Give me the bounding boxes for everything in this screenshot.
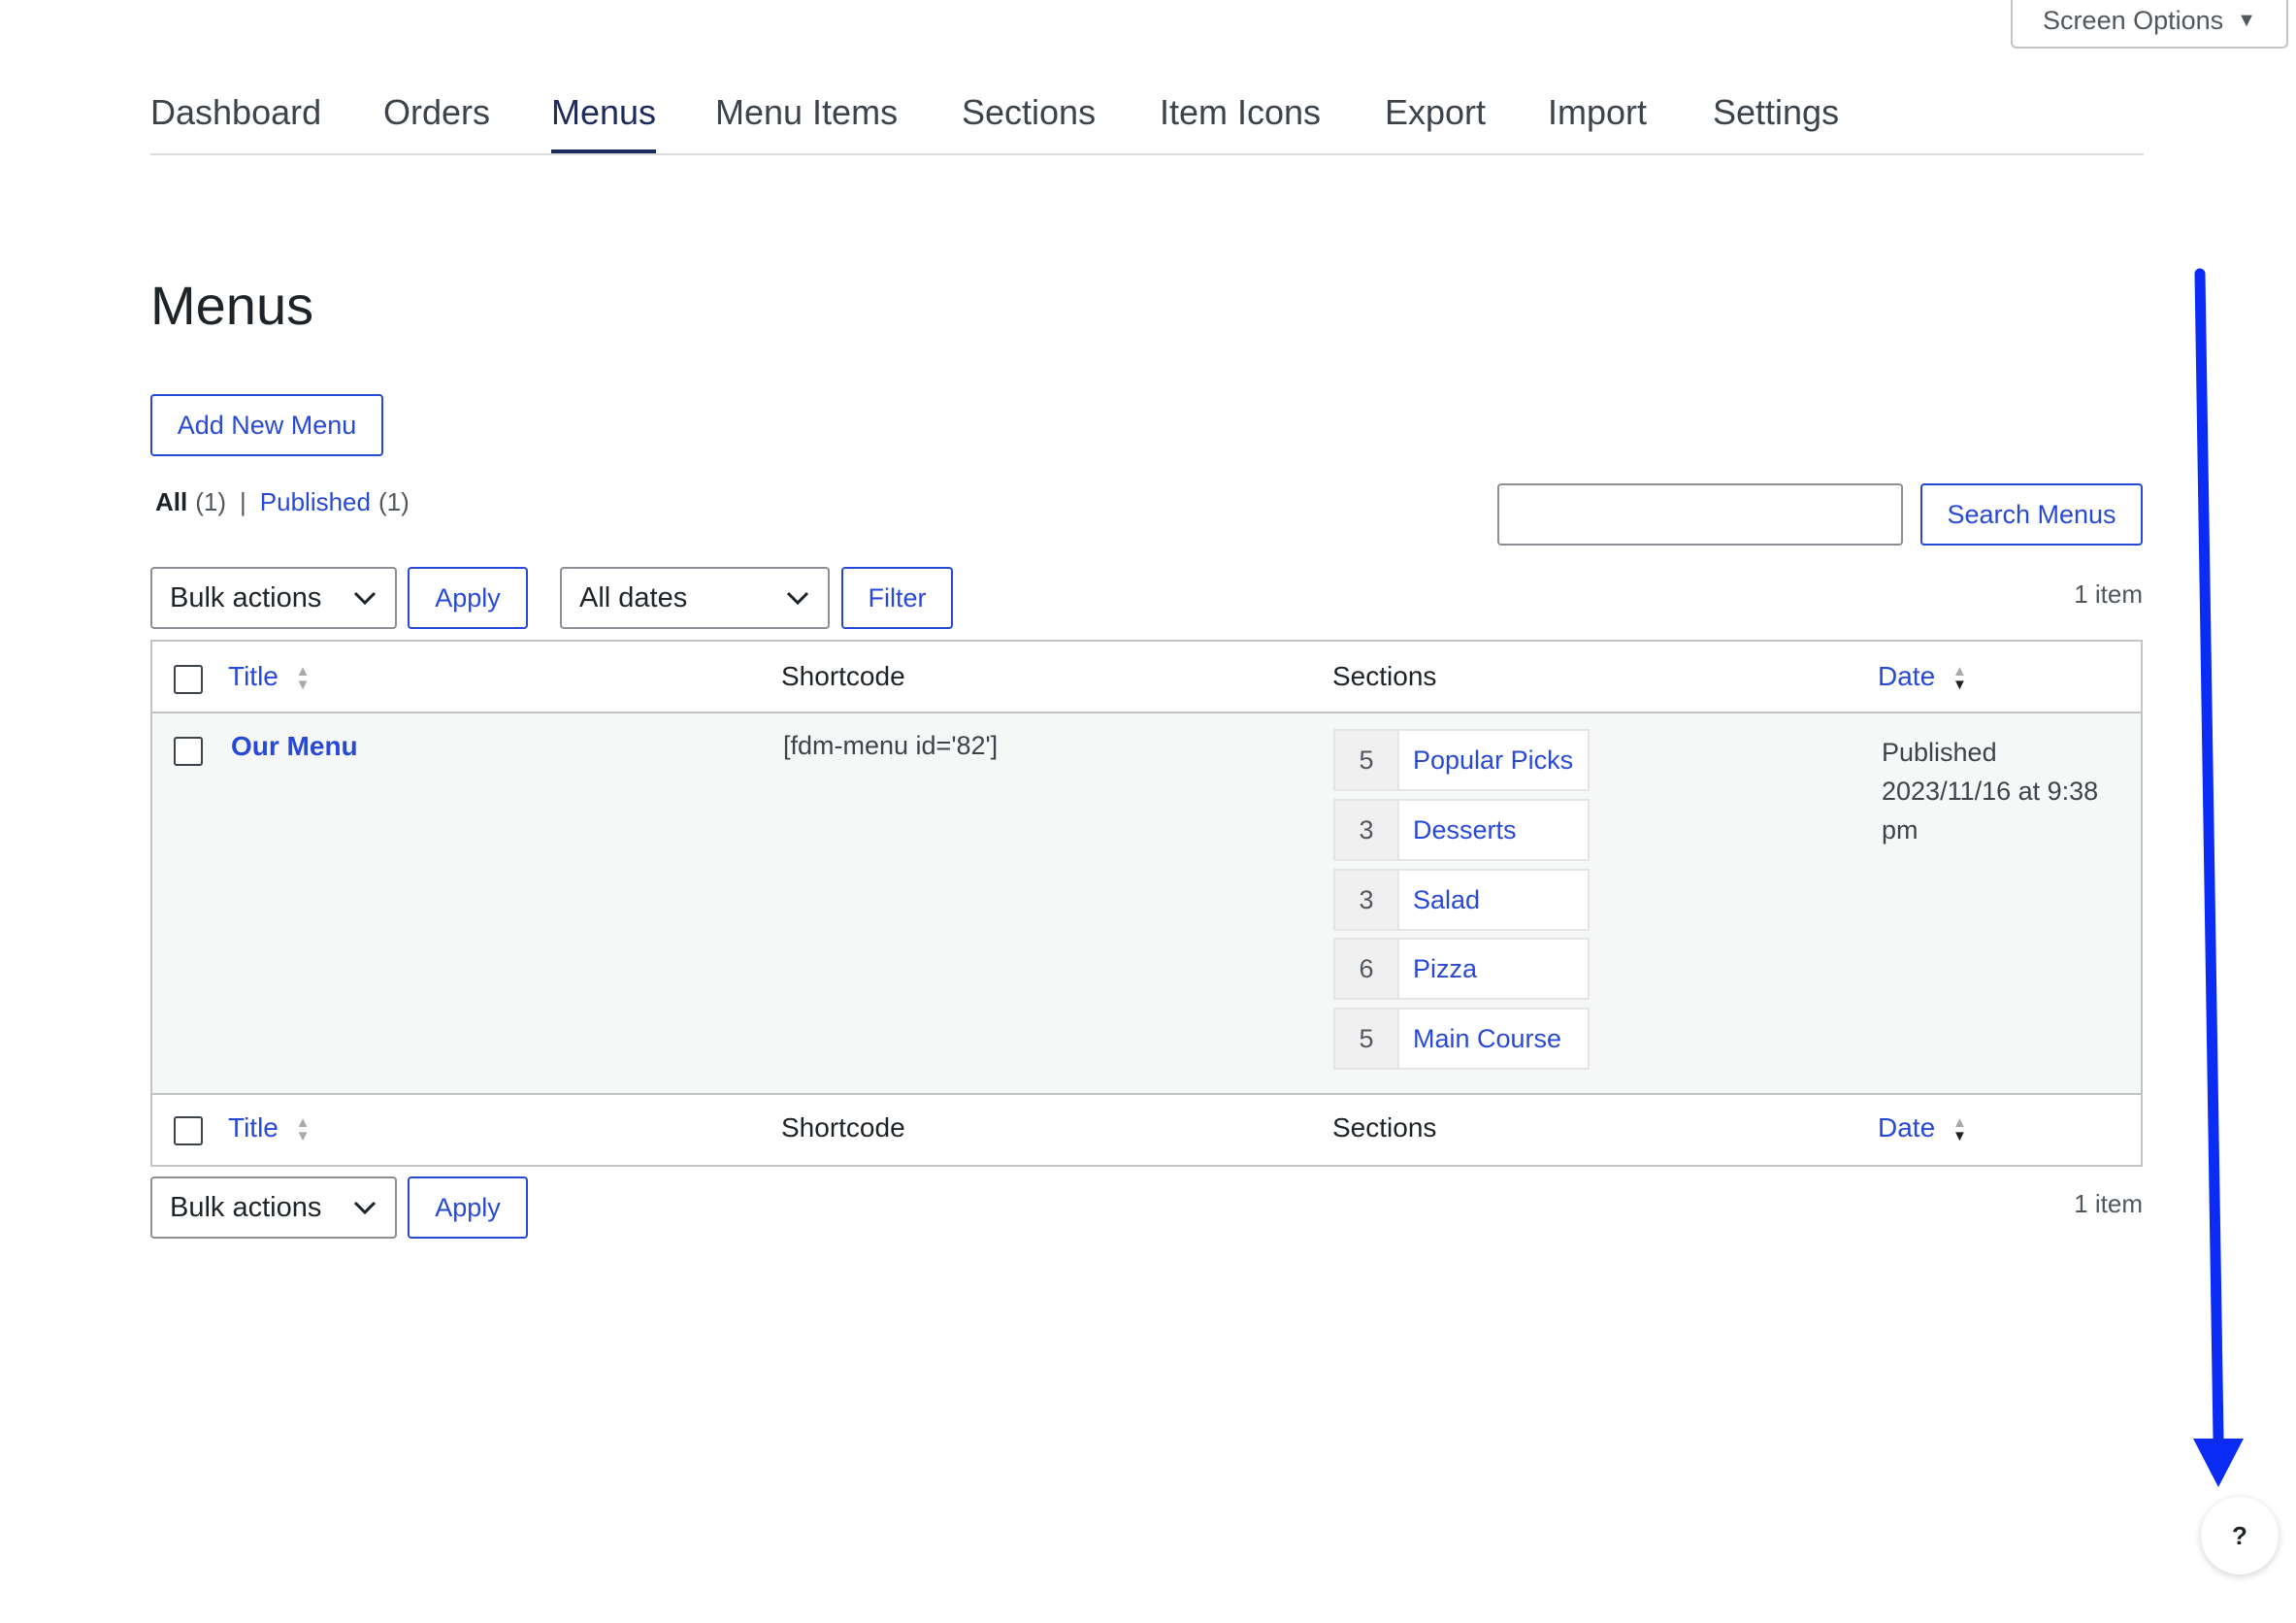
section-count: 5	[1333, 729, 1399, 791]
item-count-bottom: 1 item	[2074, 1189, 2143, 1218]
row-date: Published 2023/11/16 at 9:38 pm	[1882, 733, 2098, 849]
chevron-down-icon	[353, 1201, 377, 1215]
search-menus-button[interactable]: Search Menus	[1920, 483, 2143, 546]
tab-sections[interactable]: Sections	[962, 78, 1096, 153]
row-title-link[interactable]: Our Menu	[231, 731, 358, 762]
nav-tabs: Dashboard Orders Menus Menu Items Sectio…	[150, 78, 2144, 155]
section-chip: 6 Pizza	[1333, 938, 1590, 1000]
filter-button[interactable]: Filter	[841, 567, 953, 629]
filter-published[interactable]: Published	[260, 487, 371, 517]
help-button[interactable]: ?	[2201, 1497, 2279, 1574]
select-all-checkbox-bottom[interactable]	[174, 1116, 203, 1145]
sort-icon: ▲ ▼	[1952, 1113, 1967, 1144]
apply-button-top[interactable]: Apply	[408, 567, 528, 629]
column-date-header[interactable]: Date ▲ ▼	[1878, 661, 1967, 692]
section-count: 5	[1333, 1008, 1399, 1070]
column-date-label: Date	[1878, 1112, 1936, 1143]
annotation-arrow-icon	[2193, 268, 2244, 1487]
table-row: Our Menu [fdm-menu id='82'] 5 Popular Pi…	[152, 713, 2141, 1093]
chevron-down-icon	[786, 591, 809, 606]
tab-orders[interactable]: Orders	[383, 78, 490, 153]
column-shortcode-header: Shortcode	[781, 661, 905, 691]
filter-all[interactable]: All	[155, 487, 187, 517]
bulk-actions-value: Bulk actions	[170, 1191, 322, 1223]
page-title: Menus	[150, 275, 314, 336]
section-chip: 3 Desserts	[1333, 799, 1590, 861]
column-sections-footer: Sections	[1332, 1112, 1437, 1143]
item-count-top: 1 item	[2074, 580, 2143, 609]
menus-table: Title ▲ ▼ Shortcode Sections Date ▲ ▼ Our …	[150, 640, 2143, 1167]
filter-all-count: (1)	[195, 487, 227, 516]
section-link[interactable]: Desserts	[1399, 799, 1590, 861]
apply-button-bottom[interactable]: Apply	[408, 1176, 528, 1239]
filter-published-count: (1)	[377, 487, 410, 516]
column-date-footer[interactable]: Date ▲ ▼	[1878, 1112, 1967, 1143]
column-title-label: Title	[228, 661, 279, 691]
tab-settings[interactable]: Settings	[1713, 78, 1839, 153]
row-checkbox[interactable]	[174, 737, 203, 766]
section-chip: 3 Salad	[1333, 869, 1590, 931]
add-new-menu-button[interactable]: Add New Menu	[150, 394, 383, 456]
section-link[interactable]: Main Course	[1399, 1008, 1590, 1070]
bulk-actions-value: Bulk actions	[170, 581, 322, 613]
bulk-actions-select[interactable]: Bulk actions	[150, 567, 397, 629]
sort-icon: ▲ ▼	[295, 1113, 311, 1144]
section-chip: 5 Popular Picks	[1333, 729, 1590, 791]
screen-options-button[interactable]: Screen Options ▼	[2011, 0, 2288, 49]
sort-icon: ▲ ▼	[295, 662, 311, 693]
table-header: Title ▲ ▼ Shortcode Sections Date ▲ ▼	[152, 642, 2141, 713]
section-link[interactable]: Salad	[1399, 869, 1590, 931]
dates-value: All dates	[579, 581, 688, 613]
tab-dashboard[interactable]: Dashboard	[150, 78, 321, 153]
tab-menus[interactable]: Menus	[551, 78, 657, 153]
column-title-header[interactable]: Title ▲ ▼	[228, 661, 311, 692]
row-date-value-suffix: pm	[1882, 815, 1919, 845]
row-shortcode: [fdm-menu id='82']	[783, 731, 999, 760]
filter-separator: |	[240, 487, 246, 516]
section-link[interactable]: Pizza	[1399, 938, 1590, 1000]
status-filters: All (1) | Published (1)	[155, 487, 410, 517]
section-count: 3	[1333, 869, 1399, 931]
dates-select[interactable]: All dates	[560, 567, 830, 629]
search-input[interactable]	[1497, 483, 1903, 546]
section-chip: 5 Main Course	[1333, 1008, 1590, 1070]
column-title-label: Title	[228, 1112, 279, 1143]
row-date-value: 2023/11/16 at 9:38	[1882, 777, 2099, 806]
section-count: 3	[1333, 799, 1399, 861]
caret-down-icon: ▼	[2237, 9, 2256, 31]
chevron-down-icon	[353, 591, 377, 606]
table-footer: Title ▲ ▼ Shortcode Sections Date ▲ ▼	[152, 1093, 2141, 1165]
tab-import[interactable]: Import	[1548, 78, 1647, 153]
column-title-footer[interactable]: Title ▲ ▼	[228, 1112, 311, 1143]
section-link[interactable]: Popular Picks	[1399, 729, 1590, 791]
select-all-checkbox[interactable]	[174, 665, 203, 694]
tab-item-icons[interactable]: Item Icons	[1160, 78, 1321, 153]
column-shortcode-footer: Shortcode	[781, 1112, 905, 1143]
sort-icon: ▲ ▼	[1952, 662, 1967, 693]
tab-menu-items[interactable]: Menu Items	[715, 78, 898, 153]
bulk-actions-select-bottom[interactable]: Bulk actions	[150, 1176, 397, 1239]
row-date-status: Published	[1882, 738, 1997, 767]
tab-export[interactable]: Export	[1385, 78, 1486, 153]
column-sections-header: Sections	[1332, 661, 1437, 691]
screen-options-label: Screen Options	[2043, 5, 2224, 35]
section-count: 6	[1333, 938, 1399, 1000]
column-date-label: Date	[1878, 661, 1936, 691]
